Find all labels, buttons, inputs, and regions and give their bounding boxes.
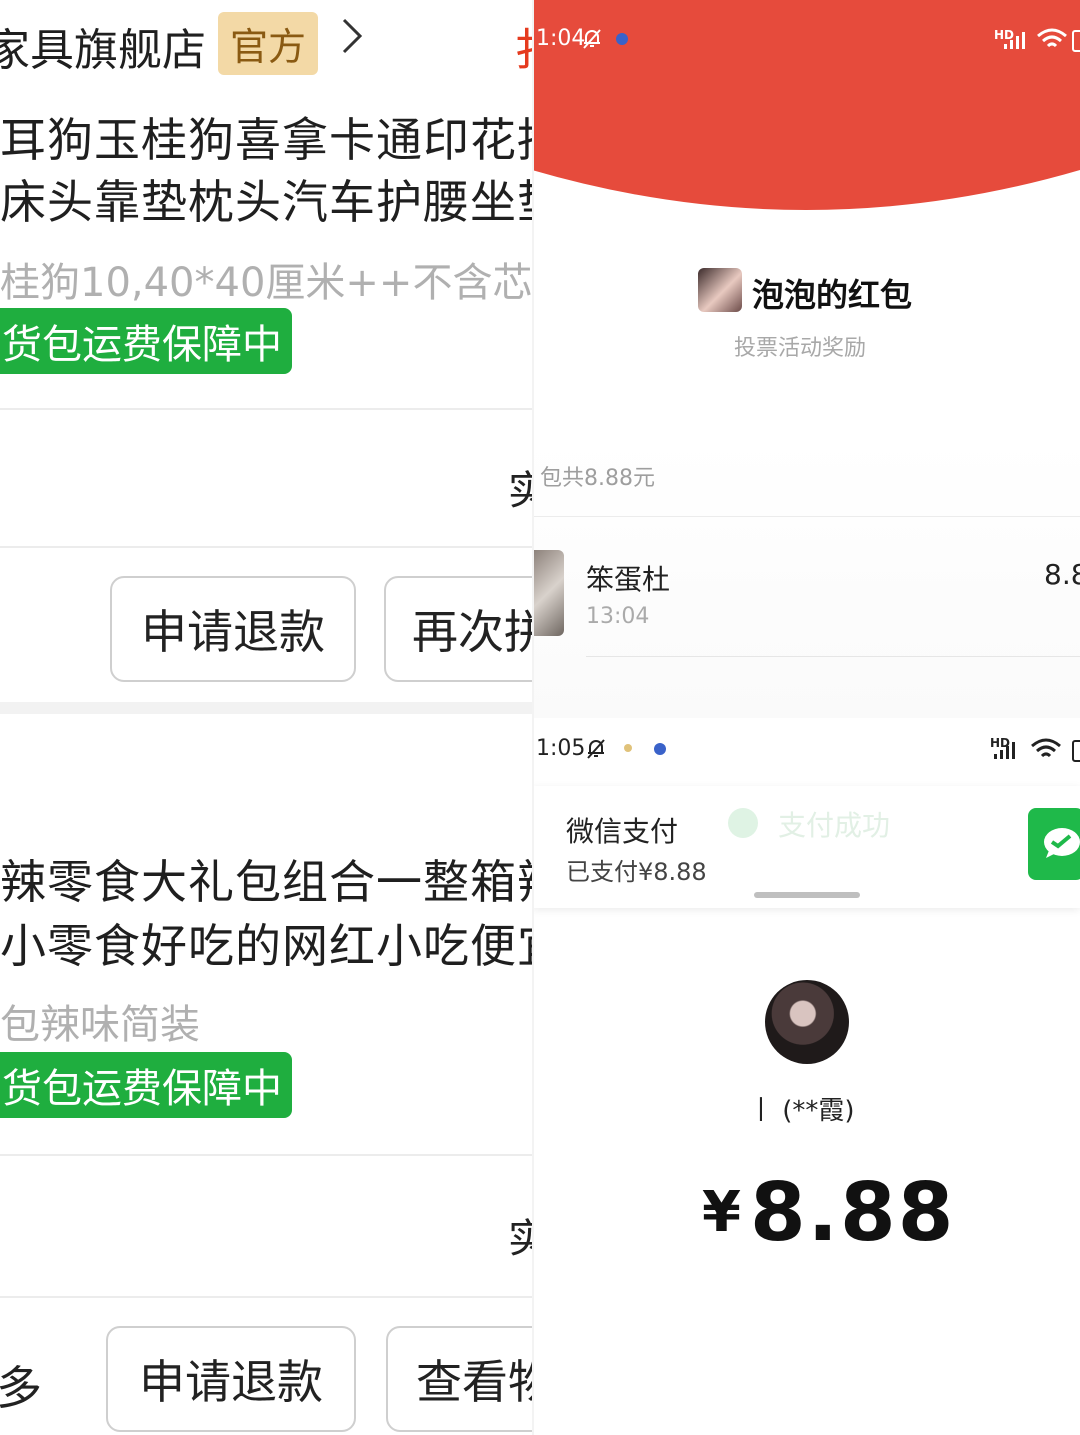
payee-name: 丨 (**霞) — [748, 1096, 855, 1126]
order1-guarantee-badge: 货包运费保障中 — [0, 308, 292, 374]
wechat-screens: 1:04 HD 泡泡的红包 投票活动奖励 包共8.88元 笨蛋杜 13:04 8… — [532, 0, 1080, 1435]
notification-title: 微信支付 — [566, 815, 679, 848]
red-packet-total: 包共8.88元 — [540, 466, 655, 491]
order2-side-text: 实 — [508, 1216, 532, 1262]
drag-handle[interactable] — [754, 892, 860, 898]
order2-title-line1[interactable]: 辣零食大礼包组合一整箱辣 — [0, 846, 532, 912]
weather-icon — [624, 744, 632, 752]
receive-amount: 8.8 — [1044, 558, 1080, 591]
faded-check-icon — [728, 808, 758, 838]
order1-title-line1[interactable]: 耳狗玉桂狗喜拿卡通印花抱 — [0, 104, 532, 170]
receiver-name: 笨蛋杜 — [586, 563, 671, 596]
payment-screen: 1:05 HD 支付成功 微信支付 已支付¥8.88 丨 (**霞) ¥ 8.8… — [532, 718, 1080, 1435]
battery-icon — [1072, 30, 1080, 52]
notification-dot-icon — [654, 743, 666, 755]
payee-avatar[interactable] — [765, 980, 849, 1064]
order1-side-text: 实 — [508, 468, 532, 514]
red-packet-screen: 1:04 HD 泡泡的红包 投票活动奖励 包共8.88元 笨蛋杜 13:04 8… — [532, 0, 1080, 730]
store-name[interactable]: 家具旗舰店 — [0, 14, 206, 78]
faded-success-text: 支付成功 — [778, 809, 891, 842]
red-packet-sender-title: 泡泡的红包 — [752, 276, 913, 314]
wechat-icon — [1028, 808, 1080, 880]
refund-button[interactable]: 申请退款 — [110, 576, 356, 682]
official-badge: 官方 — [218, 12, 319, 75]
signal-icon — [1002, 30, 1028, 54]
taobao-order-list: 家具旗舰店 官方 扌 耳狗玉桂狗喜拿卡通印花抱 床头靠垫枕头汽车护腰坐垫 桂狗1… — [0, 0, 532, 1435]
order2-guarantee-badge: 货包运费保障中 — [0, 1052, 292, 1118]
red-packet-blessing: 投票活动奖励 — [734, 336, 867, 361]
receiver-avatar[interactable] — [532, 550, 564, 636]
currency-symbol: ¥ — [702, 1180, 741, 1245]
payment-amount: 8.88 — [750, 1166, 956, 1259]
view-logistics-button[interactable]: 查看物 — [386, 1326, 532, 1432]
receive-time: 13:04 — [586, 604, 650, 629]
order-separator — [0, 702, 532, 714]
divider — [532, 0, 534, 1435]
wifi-icon — [1030, 738, 1062, 766]
status-time: 1:05 — [536, 736, 586, 761]
order2-spec: 包辣味简装 — [0, 1002, 200, 1048]
divider — [0, 546, 532, 548]
order1-title-line2[interactable]: 床头靠垫枕头汽车护腰坐垫 — [0, 166, 532, 232]
divider — [0, 1154, 532, 1156]
divider — [586, 656, 1080, 657]
battery-icon — [1072, 740, 1080, 762]
wechat-pay-notification[interactable]: 支付成功 微信支付 已支付¥8.88 — [532, 786, 1080, 908]
notification-dot-icon — [616, 33, 628, 45]
divider — [0, 1296, 532, 1298]
rebuy-button[interactable]: 再次拼 — [384, 576, 532, 682]
divider — [532, 516, 1080, 517]
order2-title-line2[interactable]: 小零食好吃的网红小吃便宜 — [0, 910, 532, 976]
more-button[interactable]: 多 — [0, 1352, 42, 1418]
status-time: 1:04 — [536, 26, 586, 51]
refund-button[interactable]: 申请退款 — [106, 1326, 356, 1432]
order1-spec: 桂狗10,40*40厘米++不含芯 — [0, 260, 532, 306]
divider — [0, 408, 532, 410]
wifi-icon — [1036, 28, 1068, 56]
chevron-right-icon[interactable] — [340, 14, 364, 69]
signal-icon — [992, 740, 1018, 764]
store-action-cut: 扌 — [514, 14, 532, 78]
mute-icon — [584, 736, 608, 764]
sender-avatar[interactable] — [698, 268, 742, 312]
mute-icon — [580, 26, 604, 54]
notification-subtitle: 已支付¥8.88 — [566, 858, 707, 886]
